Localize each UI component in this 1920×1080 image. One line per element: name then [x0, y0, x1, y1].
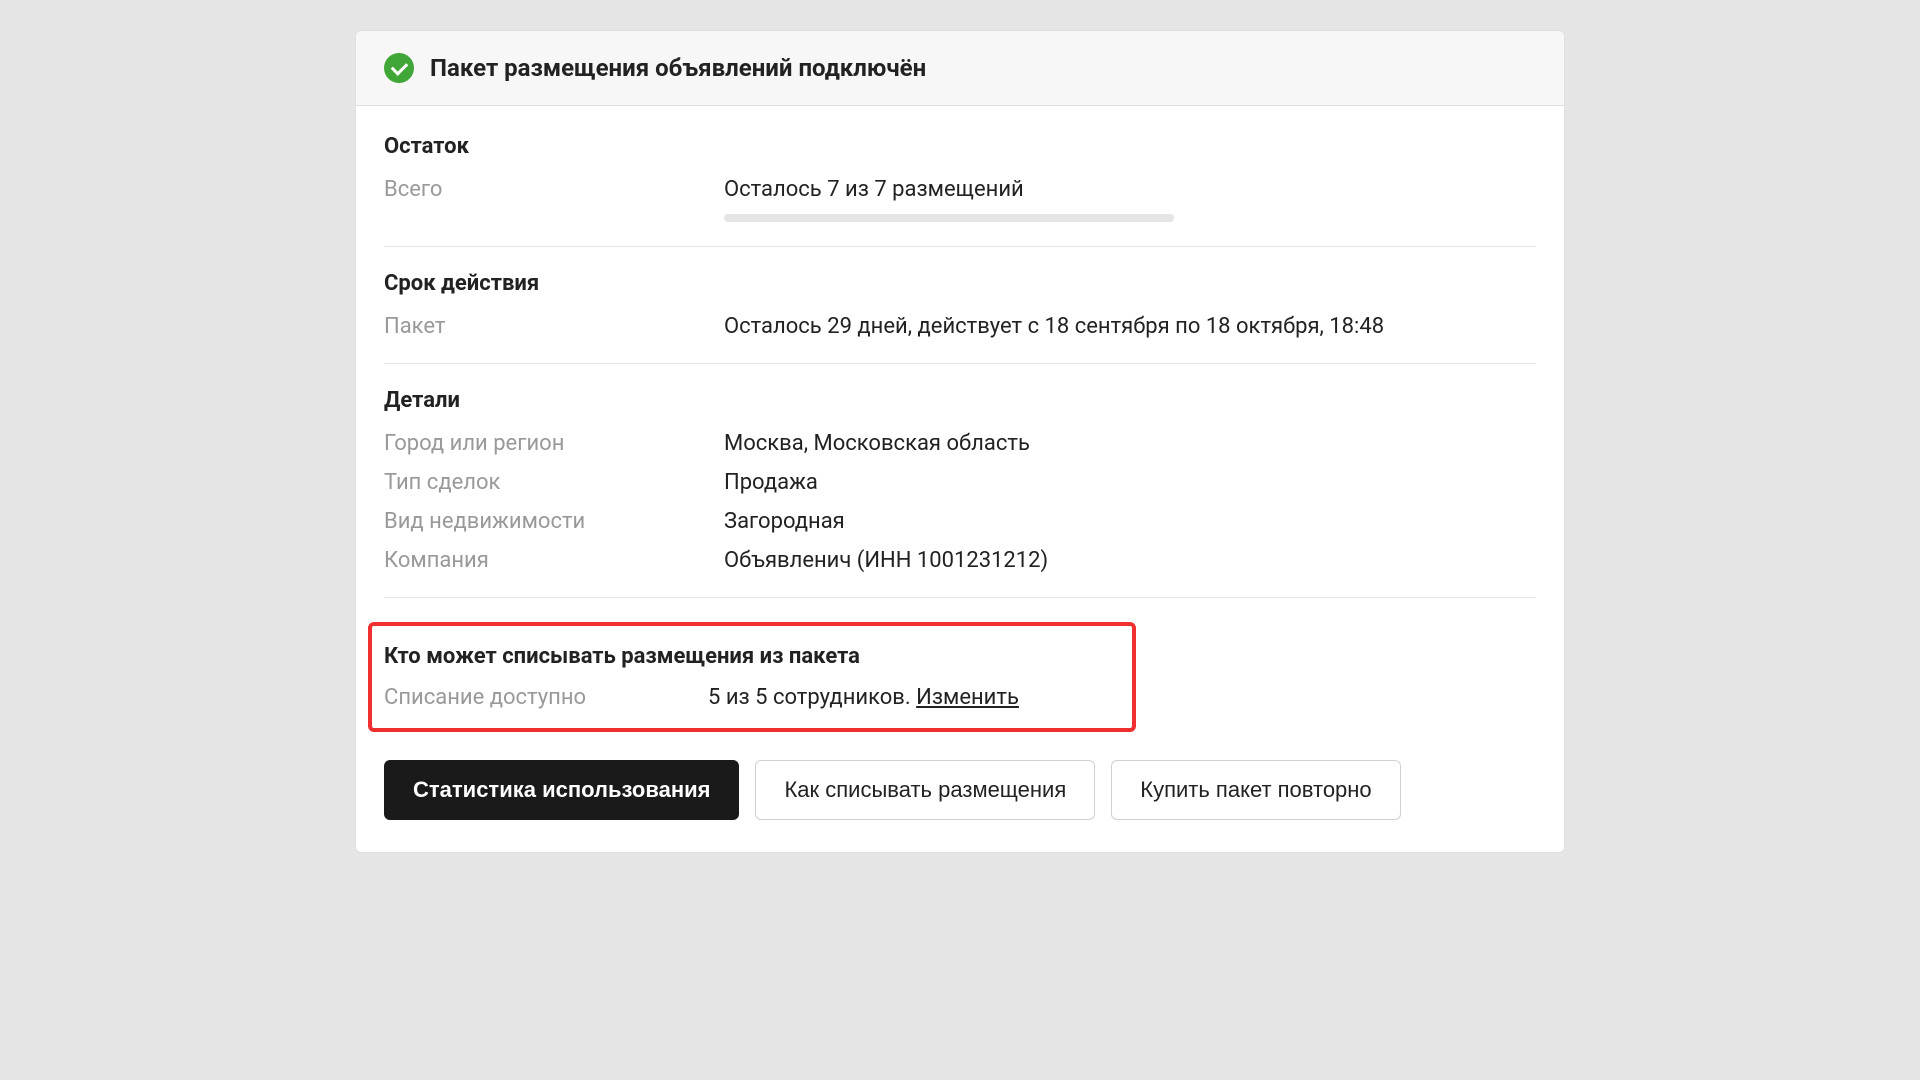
- stats-button[interactable]: Статистика использования: [384, 760, 739, 820]
- label-total: Всего: [384, 177, 724, 222]
- row-property-type: Вид недвижимости Загородная: [384, 509, 1536, 534]
- row-access: Списание доступно 5 из 5 сотрудников. Из…: [384, 685, 1120, 710]
- value-deal-type: Продажа: [724, 470, 1536, 495]
- value-property-type: Загородная: [724, 509, 1536, 534]
- row-company: Компания Объявленич (ИНН 1001231212): [384, 548, 1536, 573]
- change-link[interactable]: Изменить: [916, 685, 1019, 710]
- row-total: Всего Осталось 7 из 7 размещений: [384, 177, 1536, 222]
- value-region: Москва, Московская область: [724, 431, 1536, 456]
- progress-wrap: Осталось 7 из 7 размещений: [724, 177, 1536, 222]
- label-access: Списание доступно: [384, 685, 708, 710]
- package-card: Пакет размещения объявлений подключён Ос…: [355, 30, 1565, 853]
- section-details: Детали Город или регион Москва, Московск…: [384, 388, 1536, 598]
- progress-bar: [724, 214, 1174, 222]
- value-total: Осталось 7 из 7 размещений: [724, 177, 1536, 202]
- row-deal-type: Тип сделок Продажа: [384, 470, 1536, 495]
- label-property-type: Вид недвижимости: [384, 509, 724, 534]
- rebuy-button[interactable]: Купить пакет повторно: [1111, 760, 1400, 820]
- label-package: Пакет: [384, 314, 724, 339]
- section-access-highlight: Кто может списывать размещения из пакета…: [368, 622, 1136, 732]
- label-deal-type: Тип сделок: [384, 470, 724, 495]
- card-body: Остаток Всего Осталось 7 из 7 размещений…: [356, 106, 1564, 852]
- section-validity: Срок действия Пакет Осталось 29 дней, де…: [384, 271, 1536, 364]
- check-circle-icon: [384, 53, 414, 83]
- row-package: Пакет Осталось 29 дней, действует с 18 с…: [384, 314, 1536, 339]
- button-row: Статистика использования Как списывать р…: [384, 760, 1536, 820]
- section-title-balance: Остаток: [384, 134, 1536, 159]
- section-title-validity: Срок действия: [384, 271, 1536, 296]
- section-balance: Остаток Всего Осталось 7 из 7 размещений: [384, 134, 1536, 247]
- card-header: Пакет размещения объявлений подключён: [356, 31, 1564, 106]
- howto-button[interactable]: Как списывать размещения: [755, 760, 1095, 820]
- label-company: Компания: [384, 548, 724, 573]
- value-access: 5 из 5 сотрудников. Изменить: [708, 685, 1120, 710]
- value-company: Объявленич (ИНН 1001231212): [724, 548, 1536, 573]
- access-count-text: 5 из 5 сотрудников.: [708, 685, 916, 710]
- section-title-access: Кто может списывать размещения из пакета: [384, 644, 1120, 669]
- value-package: Осталось 29 дней, действует с 18 сентябр…: [724, 314, 1536, 339]
- section-title-details: Детали: [384, 388, 1536, 413]
- card-title: Пакет размещения объявлений подключён: [430, 54, 926, 82]
- row-region: Город или регион Москва, Московская обла…: [384, 431, 1536, 456]
- label-region: Город или регион: [384, 431, 724, 456]
